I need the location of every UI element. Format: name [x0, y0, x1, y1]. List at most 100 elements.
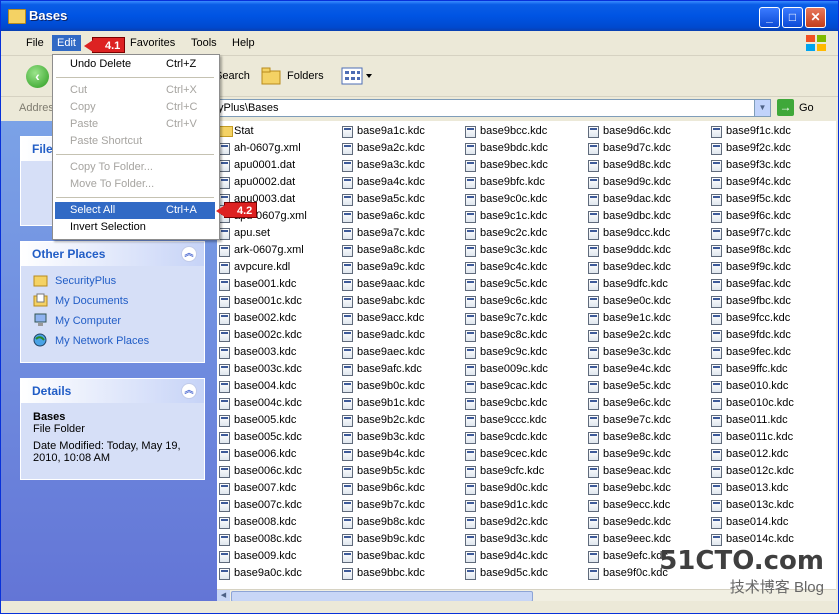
file-item[interactable]: base009c.kdc — [463, 361, 548, 378]
file-item[interactable]: base9f2c.kdc — [709, 140, 791, 157]
file-item[interactable]: base004c.kdc — [217, 395, 302, 412]
file-item[interactable]: base9fec.kdc — [709, 344, 791, 361]
maximize-button[interactable]: □ — [782, 7, 803, 28]
file-item[interactable]: base9a7c.kdc — [340, 225, 425, 242]
file-item[interactable]: base9bcc.kdc — [463, 123, 547, 140]
menu-item-copy-to-folder[interactable]: Copy To Folder... — [55, 159, 215, 176]
file-item[interactable]: base9f8c.kdc — [709, 242, 791, 259]
menu-item-paste[interactable]: Paste Ctrl+V — [55, 116, 215, 133]
file-item[interactable]: base9adc.kdc — [340, 327, 425, 344]
file-item[interactable]: base9fbc.kdc — [709, 293, 791, 310]
file-item[interactable]: base9e4c.kdc — [586, 361, 671, 378]
file-item[interactable]: base9f5c.kdc — [709, 191, 791, 208]
file-item[interactable]: ark-0607g.xml — [217, 242, 304, 259]
file-item[interactable]: base9e7c.kdc — [586, 412, 671, 429]
place-my-network-places[interactable]: My Network Places — [21, 331, 204, 351]
file-item[interactable]: base9dfc.kdc — [586, 276, 668, 293]
file-item[interactable]: base9aac.kdc — [340, 276, 425, 293]
file-item[interactable]: base013.kdc — [709, 480, 788, 497]
file-item[interactable]: base9abc.kdc — [340, 293, 425, 310]
collapse-icon[interactable]: ︽ — [181, 246, 197, 262]
place-my-computer[interactable]: My Computer — [21, 311, 204, 331]
file-item[interactable]: base9d4c.kdc — [463, 548, 548, 565]
file-item[interactable]: base9a3c.kdc — [340, 157, 425, 174]
file-item[interactable]: base9b7c.kdc — [340, 497, 425, 514]
file-item[interactable]: base9cfc.kdc — [463, 463, 544, 480]
file-item[interactable]: base012.kdc — [709, 446, 788, 463]
file-item[interactable]: base9e8c.kdc — [586, 429, 671, 446]
chevron-down-icon[interactable]: ▼ — [754, 100, 770, 116]
menu-item-cut[interactable]: Cut Ctrl+X — [55, 82, 215, 99]
file-item[interactable]: base9acc.kdc — [340, 310, 424, 327]
file-item[interactable]: base001c.kdc — [217, 293, 302, 310]
title-bar[interactable]: Bases _ □ ✕ — [1, 1, 838, 31]
file-item[interactable]: base9eac.kdc — [586, 463, 671, 480]
file-item[interactable]: base9c4c.kdc — [463, 259, 547, 276]
file-item[interactable]: base9c6c.kdc — [463, 293, 547, 310]
file-item[interactable]: base9dbc.kdc — [586, 208, 671, 225]
file-item[interactable]: base9cac.kdc — [463, 378, 547, 395]
file-item[interactable]: base9d0c.kdc — [463, 480, 548, 497]
file-item[interactable]: base9f7c.kdc — [709, 225, 791, 242]
file-item[interactable]: base001.kdc — [217, 276, 296, 293]
file-item[interactable]: base014.kdc — [709, 514, 788, 531]
file-item[interactable]: base9b0c.kdc — [340, 378, 425, 395]
file-item[interactable]: base9c1c.kdc — [463, 208, 547, 225]
menu-file[interactable]: File — [21, 35, 49, 51]
menu-help[interactable]: Help — [227, 35, 260, 51]
file-item[interactable]: base9e1c.kdc — [586, 310, 671, 327]
file-item[interactable]: base006.kdc — [217, 446, 296, 463]
file-item[interactable]: base9ebc.kdc — [586, 480, 671, 497]
place-securityplus[interactable]: SecurityPlus — [21, 271, 204, 291]
file-item[interactable]: base9b9c.kdc — [340, 531, 425, 548]
file-item[interactable]: base9c0c.kdc — [463, 191, 547, 208]
file-item[interactable]: base9fac.kdc — [709, 276, 791, 293]
file-item[interactable]: base9dac.kdc — [586, 191, 671, 208]
file-item[interactable]: base9cdc.kdc — [463, 429, 547, 446]
file-item[interactable]: avpcure.kdl — [217, 259, 290, 276]
menu-item-undo-delete[interactable]: Undo Delete Ctrl+Z — [55, 56, 215, 73]
file-item[interactable]: base9dec.kdc — [586, 259, 671, 276]
file-item[interactable]: base9e6c.kdc — [586, 395, 671, 412]
file-item[interactable]: base010.kdc — [709, 378, 788, 395]
file-item[interactable]: base9efc.kdc — [586, 548, 668, 565]
file-item[interactable]: base9ddc.kdc — [586, 242, 671, 259]
file-item[interactable]: base9cec.kdc — [463, 446, 547, 463]
file-item[interactable]: base008c.kdc — [217, 531, 302, 548]
file-item[interactable]: base011c.kdc — [709, 429, 793, 446]
file-item[interactable]: base007.kdc — [217, 480, 296, 497]
file-item[interactable]: base002c.kdc — [217, 327, 302, 344]
file-item[interactable]: base9d7c.kdc — [586, 140, 671, 157]
address-field[interactable]: yPlus\Bases ▼ — [215, 99, 771, 117]
file-item[interactable]: base9c7c.kdc — [463, 310, 547, 327]
menu-edit[interactable]: Edit — [52, 35, 81, 51]
file-item[interactable]: base9afc.kdc — [340, 361, 422, 378]
file-item[interactable]: base9bbc.kdc — [340, 565, 425, 582]
file-item[interactable]: base011.kdc — [709, 412, 788, 429]
file-item[interactable]: base9a6c.kdc — [340, 208, 425, 225]
file-item[interactable]: base9a5c.kdc — [340, 191, 425, 208]
file-item[interactable]: base9d3c.kdc — [463, 531, 548, 548]
file-item[interactable]: base9bec.kdc — [463, 157, 548, 174]
file-item[interactable]: base9a8c.kdc — [340, 242, 425, 259]
file-item[interactable]: base9a9c.kdc — [340, 259, 425, 276]
file-item[interactable]: base9aec.kdc — [340, 344, 425, 361]
file-item[interactable]: apu.set — [217, 225, 270, 242]
file-item[interactable]: base9b6c.kdc — [340, 480, 425, 497]
file-item[interactable]: base9a0c.kdc — [217, 565, 302, 582]
place-my-documents[interactable]: My Documents — [21, 291, 204, 311]
folders-icon[interactable] — [261, 66, 283, 86]
file-item[interactable]: base9f0c.kdc — [586, 565, 668, 582]
file-item[interactable]: base003.kdc — [217, 344, 296, 361]
file-item[interactable]: base9b1c.kdc — [340, 395, 425, 412]
file-item[interactable]: base9e5c.kdc — [586, 378, 671, 395]
file-item[interactable]: base9c3c.kdc — [463, 242, 547, 259]
file-item[interactable]: base013c.kdc — [709, 497, 794, 514]
file-item[interactable]: base010c.kdc — [709, 395, 794, 412]
menu-item-copy[interactable]: Copy Ctrl+C — [55, 99, 215, 116]
file-item[interactable]: base9b4c.kdc — [340, 446, 425, 463]
menu-favorites[interactable]: Favorites — [125, 35, 180, 51]
file-item[interactable]: base9b8c.kdc — [340, 514, 425, 531]
file-item[interactable]: base9e0c.kdc — [586, 293, 671, 310]
file-item[interactable]: base005c.kdc — [217, 429, 302, 446]
